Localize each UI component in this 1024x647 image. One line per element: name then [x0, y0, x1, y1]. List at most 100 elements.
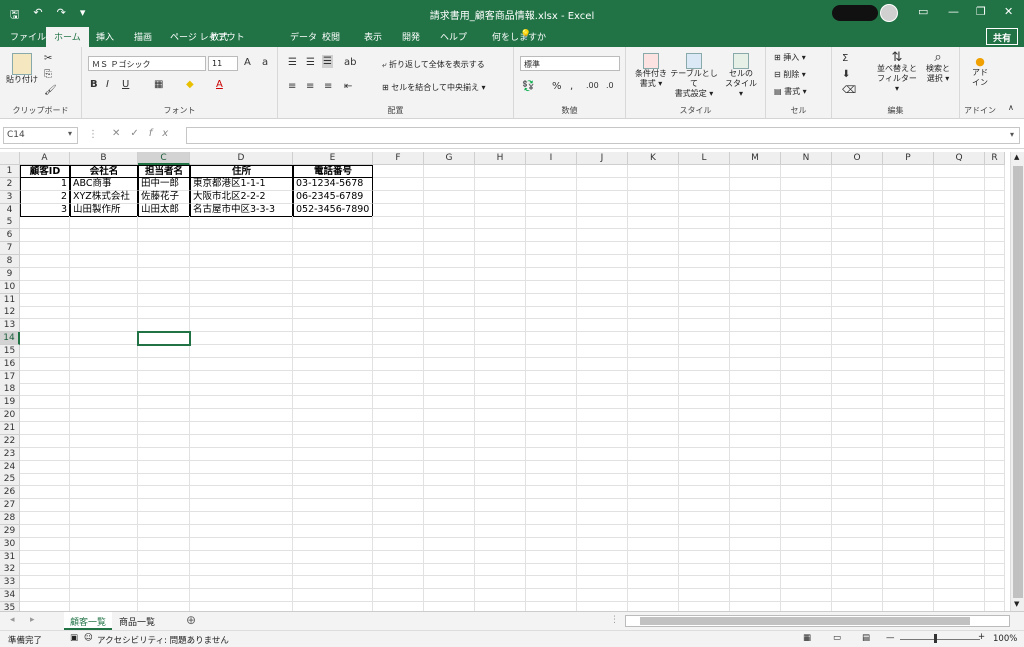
grid-cell[interactable]: [883, 203, 934, 217]
grid-cell[interactable]: [526, 409, 577, 423]
grid-cell[interactable]: [730, 511, 781, 525]
align-center-icon[interactable]: ≡: [306, 81, 314, 92]
grid-cell[interactable]: [832, 216, 883, 230]
grid-cell[interactable]: [679, 280, 730, 294]
row-header[interactable]: 10: [0, 280, 20, 294]
grid-cell[interactable]: [293, 524, 373, 538]
row-header[interactable]: 24: [0, 460, 20, 474]
grid-cell[interactable]: [985, 589, 1005, 603]
row-header[interactable]: 2: [0, 177, 20, 191]
row-header[interactable]: 9: [0, 267, 20, 281]
grid-cell[interactable]: [138, 383, 190, 397]
grid-cell[interactable]: [781, 422, 832, 435]
grid-cell[interactable]: [20, 409, 70, 423]
grid-cell[interactable]: [832, 550, 883, 564]
table-cell[interactable]: 2: [20, 190, 70, 204]
grid-cell[interactable]: [985, 524, 1005, 538]
column-header-D[interactable]: D: [190, 152, 293, 165]
grid-cell[interactable]: [883, 242, 934, 256]
decrease-decimal-icon[interactable]: .0: [606, 81, 614, 90]
table-cell[interactable]: 大阪市北区2-2-2: [190, 190, 293, 204]
grid-cell[interactable]: [883, 293, 934, 307]
table-cell[interactable]: XYZ株式会社: [70, 190, 138, 204]
row-header[interactable]: 25: [0, 473, 20, 487]
increase-decimal-icon[interactable]: .00: [586, 81, 599, 90]
grid-cell[interactable]: [679, 576, 730, 590]
grid-cell[interactable]: [781, 563, 832, 577]
grid-cell[interactable]: [475, 344, 526, 358]
grid-cell[interactable]: [985, 319, 1005, 333]
grid-cell[interactable]: [190, 370, 293, 384]
grid-cell[interactable]: [934, 242, 985, 256]
grid-cell[interactable]: [934, 537, 985, 551]
grid-cell[interactable]: [475, 589, 526, 603]
grid-cell[interactable]: [190, 254, 293, 268]
grid-cell[interactable]: [475, 293, 526, 307]
grid-cell[interactable]: [20, 601, 70, 611]
grid-cell[interactable]: [628, 332, 679, 346]
grid-cell[interactable]: [883, 422, 934, 435]
grid-cell[interactable]: [577, 460, 628, 474]
grid-cell[interactable]: [20, 267, 70, 281]
grid-cell[interactable]: [730, 422, 781, 435]
grid-cell[interactable]: [730, 576, 781, 590]
grid-cell[interactable]: [628, 460, 679, 474]
grid-cell[interactable]: [883, 306, 934, 320]
vertical-scrollbar[interactable]: ▲ ▼: [1010, 152, 1024, 611]
grid-cell[interactable]: [577, 422, 628, 435]
grid-cell[interactable]: [832, 165, 883, 178]
grid-cell[interactable]: [628, 576, 679, 590]
grid-cell[interactable]: [190, 486, 293, 500]
scroll-up-icon[interactable]: ▲: [1014, 153, 1019, 161]
grid-cell[interactable]: [781, 511, 832, 525]
grid-cell[interactable]: [577, 434, 628, 448]
zoom-slider-handle[interactable]: [934, 634, 937, 643]
grid-cell[interactable]: [424, 332, 475, 346]
grid-cell[interactable]: [526, 601, 577, 611]
grid-cell[interactable]: [934, 396, 985, 410]
grid-cell[interactable]: [832, 383, 883, 397]
grid-cell[interactable]: [730, 190, 781, 204]
grid-cell[interactable]: [373, 190, 424, 204]
grid-cell[interactable]: [526, 524, 577, 538]
grid-cell[interactable]: [679, 460, 730, 474]
tab-3[interactable]: 描画: [134, 30, 152, 43]
grid-cell[interactable]: [985, 601, 1005, 611]
grid-cell[interactable]: [190, 511, 293, 525]
grid-cell[interactable]: [934, 165, 985, 178]
grid-cell[interactable]: [832, 499, 883, 513]
name-box-dropdown-icon[interactable]: ▾: [68, 129, 72, 138]
align-right-icon[interactable]: ≡: [324, 81, 332, 92]
row-header[interactable]: 20: [0, 409, 20, 423]
grid-cell[interactable]: [985, 396, 1005, 410]
avatar[interactable]: [880, 4, 898, 22]
grid-cell[interactable]: [985, 306, 1005, 320]
grid-cell[interactable]: [475, 280, 526, 294]
zoom-in-icon[interactable]: +: [978, 632, 985, 642]
grid-cell[interactable]: [190, 576, 293, 590]
column-header-A[interactable]: A: [20, 152, 70, 165]
grid-cell[interactable]: [138, 254, 190, 268]
grid-cell[interactable]: [138, 460, 190, 474]
grid-cell[interactable]: [138, 473, 190, 487]
grid-cell[interactable]: [190, 293, 293, 307]
grid-cell[interactable]: [373, 409, 424, 423]
grid-cell[interactable]: [475, 601, 526, 611]
tab-9[interactable]: 開発: [402, 30, 420, 43]
grid-cell[interactable]: [577, 254, 628, 268]
tab-8[interactable]: 表示: [364, 30, 382, 43]
grid-cell[interactable]: [781, 499, 832, 513]
table-cell[interactable]: 03-1234-5678: [293, 177, 373, 191]
grid-cell[interactable]: [883, 332, 934, 346]
grid-cell[interactable]: [475, 511, 526, 525]
grid-cell[interactable]: [781, 203, 832, 217]
grid-cell[interactable]: [70, 447, 138, 461]
grid-cell[interactable]: [730, 344, 781, 358]
grid-cell[interactable]: [373, 499, 424, 513]
grid-cell[interactable]: [373, 447, 424, 461]
grid-cell[interactable]: [577, 370, 628, 384]
grid-cell[interactable]: [424, 229, 475, 243]
grid-cell[interactable]: [832, 460, 883, 474]
grid-cell[interactable]: [781, 229, 832, 243]
grid-cell[interactable]: [679, 177, 730, 191]
